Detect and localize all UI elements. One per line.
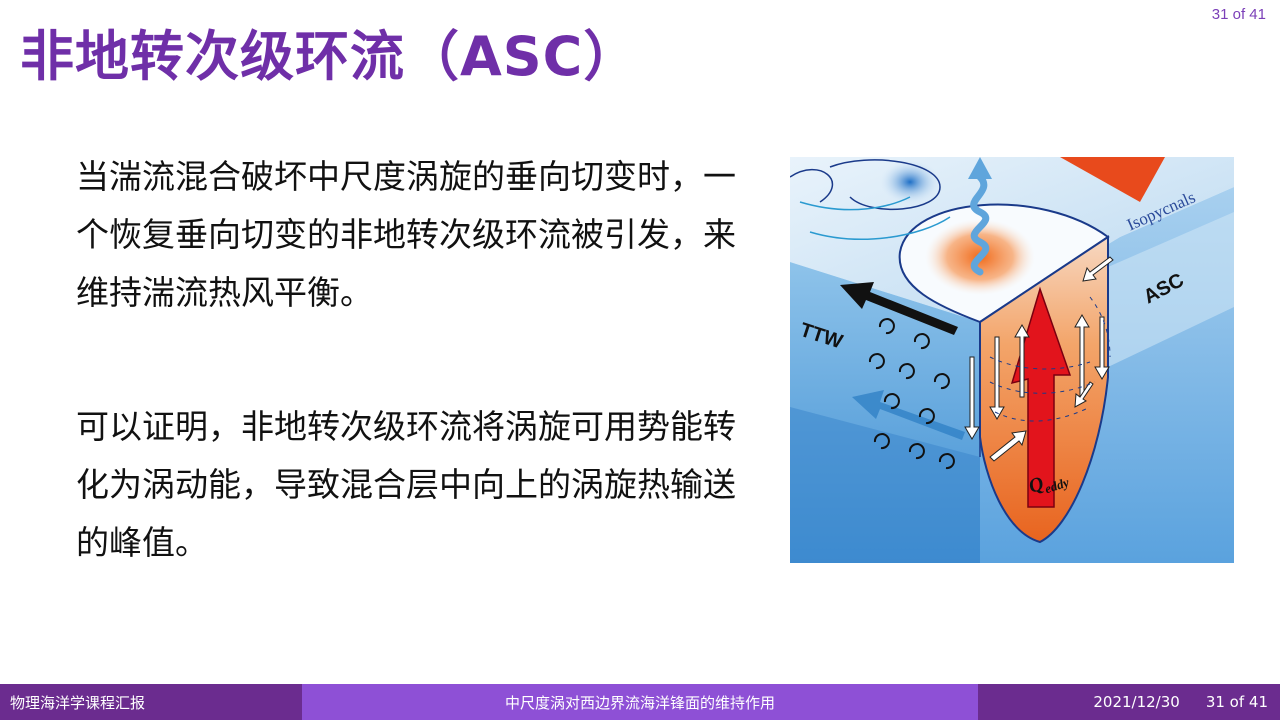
- footer-center: 中尺度涡对西边界流海洋锋面的维持作用: [302, 684, 978, 720]
- slide-title: 非地转次级环流（ASC）: [20, 25, 639, 88]
- page-counter: 31 of 41: [1211, 6, 1266, 23]
- body-paragraph-2: 可以证明，非地转次级环流将涡旋可用势能转化为涡动能，导致混合层中向上的涡旋热输送…: [76, 407, 736, 562]
- footer-talk-title: 中尺度涡对西边界流海洋锋面的维持作用: [504, 693, 775, 712]
- footer-page-number: 31 of 41: [1205, 693, 1268, 711]
- footer-bar: 物理海洋学课程汇报 中尺度涡对西边界流海洋锋面的维持作用 2021/12/30 …: [0, 684, 1280, 720]
- footer-right: 2021/12/30 31 of 41: [978, 684, 1280, 720]
- body-paragraph-1: 当湍流混合破坏中尺度涡旋的垂向切变时，一个恢复垂向切变的非地转次级环流被引发，来…: [76, 157, 736, 312]
- footer-date: 2021/12/30: [1093, 693, 1180, 711]
- footer-course-name: 物理海洋学课程汇报: [10, 693, 146, 712]
- footer-left: 物理海洋学课程汇报: [0, 684, 302, 720]
- asc-schematic-figure: Isopycnals ASC TTW Qeddy: [790, 157, 1234, 563]
